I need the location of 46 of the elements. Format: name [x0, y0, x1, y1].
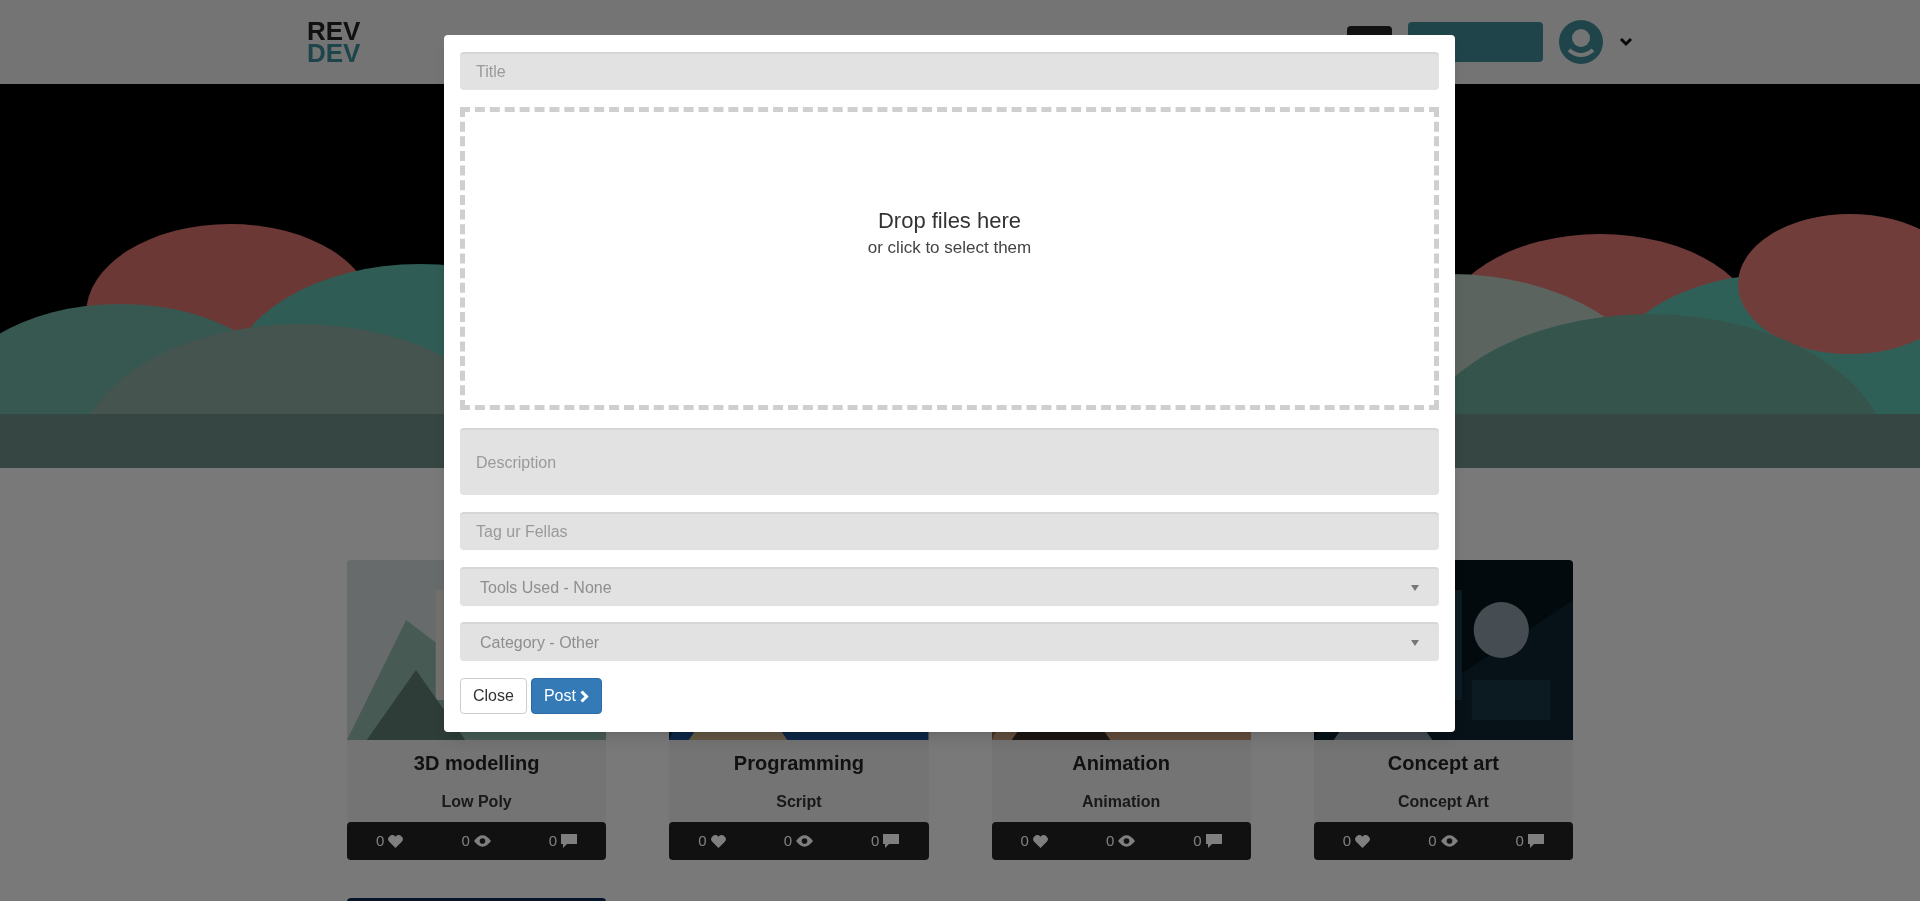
category-select[interactable]: Category - Other: [460, 622, 1439, 661]
dropzone-hint: or click to select them: [867, 236, 1032, 259]
view-count: 0: [461, 830, 470, 851]
tools-select[interactable]: Tools Used - None: [460, 567, 1439, 606]
heart-icon[interactable]: [1032, 834, 1048, 848]
like-count: 0: [1342, 830, 1352, 851]
logo[interactable]: REV DEV: [307, 20, 361, 64]
card-title[interactable]: Concept art: [1387, 748, 1499, 778]
view-count: 0: [1105, 830, 1115, 851]
view-count: 0: [1428, 830, 1437, 851]
card-subtitle: Low Poly: [441, 792, 512, 812]
card-title[interactable]: Programming: [733, 748, 864, 778]
heart-icon[interactable]: [710, 834, 726, 848]
card-subtitle: Script: [776, 792, 822, 812]
card-title[interactable]: 3D modelling: [413, 748, 540, 778]
post-button[interactable]: Post: [530, 678, 602, 714]
title-field[interactable]: Title: [460, 52, 1439, 90]
view-count: 0: [783, 830, 793, 851]
heart-icon[interactable]: [388, 834, 404, 848]
card-subtitle: Concept Art: [1397, 792, 1489, 812]
like-count: 0: [698, 830, 707, 851]
card-subtitle: Animation: [1082, 792, 1161, 812]
tags-field[interactable]: Tag ur Fellas: [460, 512, 1439, 550]
eye-icon[interactable]: [796, 835, 814, 847]
eye-icon[interactable]: [1440, 835, 1458, 847]
comment-icon[interactable]: [1527, 834, 1544, 848]
eye-icon[interactable]: [1118, 835, 1136, 847]
like-count: 0: [1020, 830, 1029, 851]
chevron-down-icon[interactable]: [1619, 37, 1633, 47]
caret-icon: [1411, 639, 1419, 646]
file-dropzone[interactable]: Drop files here or click to select them: [460, 107, 1439, 410]
description-field[interactable]: Description: [460, 428, 1439, 495]
heart-icon[interactable]: [1355, 834, 1371, 848]
chevron-right-icon: [579, 689, 589, 703]
comment-icon[interactable]: [1205, 834, 1222, 848]
comment-icon[interactable]: [561, 834, 578, 848]
comment-count: 0: [1193, 830, 1202, 851]
like-count: 0: [376, 830, 385, 851]
card-title[interactable]: Animation: [1072, 748, 1170, 778]
eye-icon[interactable]: [473, 835, 491, 847]
comment-icon[interactable]: [883, 834, 900, 848]
dropzone-heading: Drop files here: [877, 207, 1022, 235]
close-button[interactable]: Close: [460, 678, 527, 714]
comment-count: 0: [1515, 830, 1524, 851]
comment-count: 0: [548, 830, 558, 851]
comment-count: 0: [871, 830, 880, 851]
